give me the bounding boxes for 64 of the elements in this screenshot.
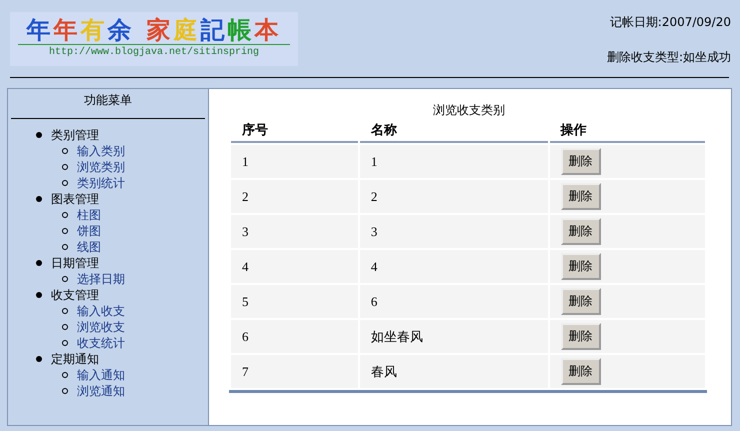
menu-link[interactable]: 输入收支	[77, 303, 125, 319]
table-cell: 6	[360, 285, 548, 318]
bullet-icon	[62, 148, 68, 154]
menu-group: 图表管理	[51, 191, 99, 207]
delete-button[interactable]: 删除	[560, 148, 601, 175]
table-cell: 如坐春风	[360, 320, 548, 353]
bullet-icon	[36, 196, 42, 202]
menu-group: 日期管理	[51, 255, 99, 271]
bullet-icon	[62, 228, 68, 234]
menu-group: 类别管理	[51, 127, 99, 143]
delete-button[interactable]: 删除	[560, 183, 601, 210]
bullet-icon	[62, 276, 68, 282]
table-caption: 浏览收支类别	[432, 103, 506, 117]
table-cell: 4	[231, 250, 358, 283]
bullet-icon	[36, 292, 42, 298]
table-cell: 5	[231, 285, 358, 318]
column-header: 序号	[231, 119, 358, 143]
delete-button[interactable]: 删除	[560, 358, 601, 385]
table-cell: 2	[231, 180, 358, 213]
menu-group: 定期通知	[51, 351, 99, 367]
bullet-icon	[62, 164, 68, 170]
table-cell: 3	[360, 215, 548, 248]
column-header: 操作	[550, 119, 705, 143]
bullet-icon	[62, 212, 68, 218]
bullet-icon	[36, 260, 42, 266]
logo-title: 年年有余 家庭記帳本	[18, 16, 290, 45]
bullet-icon	[36, 356, 42, 362]
table-cell: 4	[360, 250, 548, 283]
table-cell: 6	[231, 320, 358, 353]
bullet-icon	[62, 340, 68, 346]
menu-link[interactable]: 饼图	[77, 223, 101, 239]
bullet-icon	[62, 324, 68, 330]
delete-button[interactable]: 删除	[560, 323, 601, 350]
bullet-icon	[62, 180, 68, 186]
sidebar-title: 功能菜单	[83, 92, 133, 109]
table-cell: 3	[231, 215, 358, 248]
table-cell: 1	[231, 145, 358, 178]
delete-button[interactable]: 删除	[560, 288, 601, 315]
menu-link[interactable]: 选择日期	[77, 271, 125, 287]
column-header: 名称	[360, 119, 548, 143]
menu-link[interactable]: 浏览通知	[77, 383, 125, 399]
menu-link[interactable]: 柱图	[77, 207, 101, 223]
bullet-icon	[62, 308, 68, 314]
menu-link[interactable]: 输入类别	[77, 143, 125, 159]
logo-url: http://www.blogjava.net/sitinspring	[48, 46, 260, 60]
delete-button[interactable]: 删除	[560, 218, 601, 245]
menu-link[interactable]: 收支统计	[77, 335, 125, 351]
delete-button[interactable]: 删除	[560, 253, 601, 280]
table-cell: 2	[360, 180, 548, 213]
date-label: 记帐日期:2007/09/20	[610, 14, 731, 31]
bullet-icon	[36, 132, 42, 138]
status-message: 删除收支类型:如坐成功	[606, 49, 731, 66]
menu-link[interactable]: 输入通知	[77, 367, 125, 383]
bullet-icon	[62, 388, 68, 394]
menu-link[interactable]: 浏览类别	[77, 159, 125, 175]
table-cell: 7	[231, 355, 358, 388]
table-cell: 春风	[360, 355, 548, 388]
menu-link[interactable]: 线图	[77, 239, 101, 255]
menu-link[interactable]: 浏览收支	[77, 319, 125, 335]
bullet-icon	[62, 244, 68, 250]
menu-link[interactable]: 类别统计	[77, 175, 125, 191]
bullet-icon	[62, 372, 68, 378]
menu-group: 收支管理	[51, 287, 99, 303]
table-cell: 1	[360, 145, 548, 178]
